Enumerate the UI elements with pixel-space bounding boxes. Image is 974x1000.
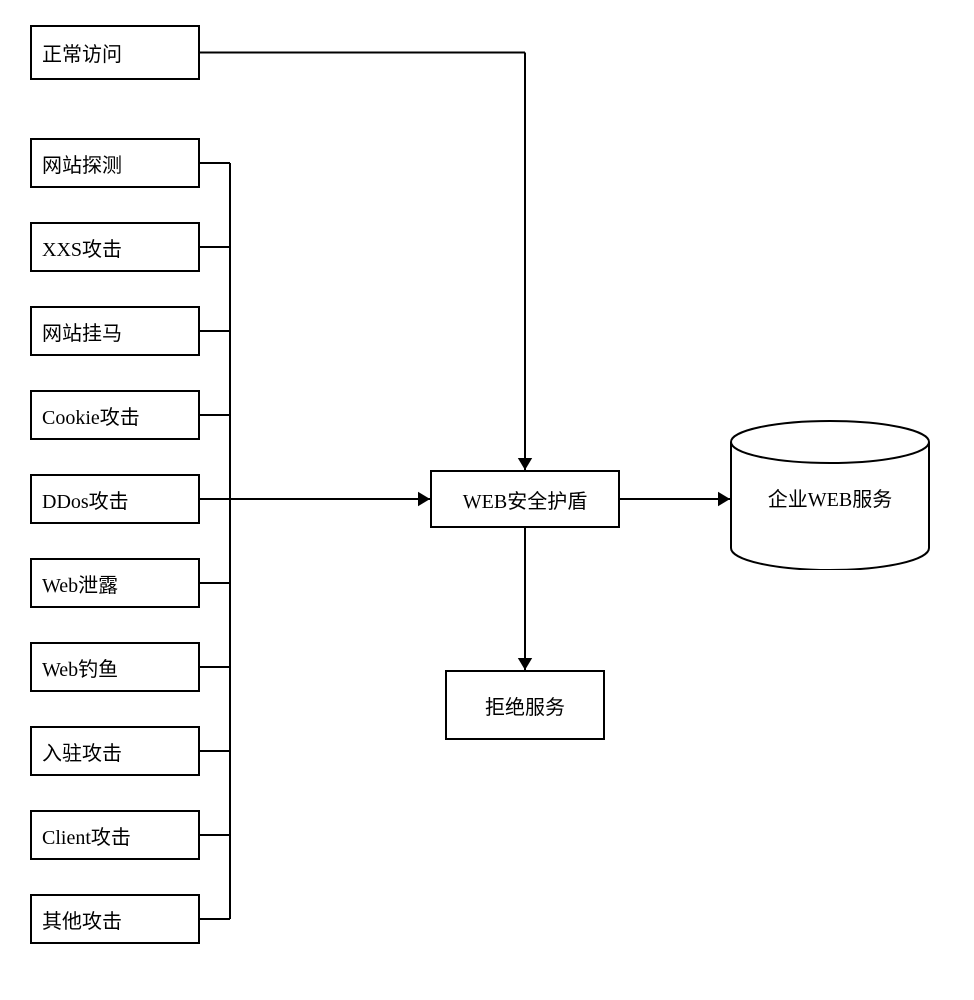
- web-shield-box: WEB安全护盾: [430, 470, 620, 528]
- attack-box: 入驻攻击: [30, 726, 200, 776]
- attack-box: Web钓鱼: [30, 642, 200, 692]
- attack-box: XXS攻击: [30, 222, 200, 272]
- attack-box: Web泄露: [30, 558, 200, 608]
- attack-label: 其他攻击: [42, 905, 122, 934]
- attack-box: 其他攻击: [30, 894, 200, 944]
- attack-label: DDos攻击: [42, 485, 129, 514]
- deny-service-box: 拒绝服务: [445, 670, 605, 740]
- attack-label: Web钓鱼: [42, 653, 118, 682]
- attack-label: Web泄露: [42, 569, 118, 598]
- attack-label: Cookie攻击: [42, 401, 140, 430]
- attack-box: 网站挂马: [30, 306, 200, 356]
- attack-label: Client攻击: [42, 821, 131, 850]
- diagram-canvas: 正常访问网站探测 XXS攻击网站挂马 Cookie攻击 DDos攻击 Web泄露 Web钓…: [0, 0, 974, 1000]
- enterprise-web-db-label: 企业WEB服务: [730, 483, 930, 512]
- deny-service-label: 拒绝服务: [485, 691, 565, 720]
- attack-label: 网站挂马: [42, 317, 122, 346]
- web-shield-label: WEB安全护盾: [463, 485, 587, 514]
- normal-access-box: 正常访问: [30, 25, 200, 80]
- attack-label: XXS攻击: [42, 233, 122, 262]
- attack-box: Client攻击: [30, 810, 200, 860]
- attack-label: 入驻攻击: [42, 737, 122, 766]
- attack-label: 网站探测: [42, 149, 122, 178]
- normal-access-label: 正常访问: [42, 38, 122, 67]
- attack-box: Cookie攻击: [30, 390, 200, 440]
- enterprise-web-db: 企业WEB服务: [730, 420, 930, 570]
- attack-box: 网站探测: [30, 138, 200, 188]
- attack-box: DDos攻击: [30, 474, 200, 524]
